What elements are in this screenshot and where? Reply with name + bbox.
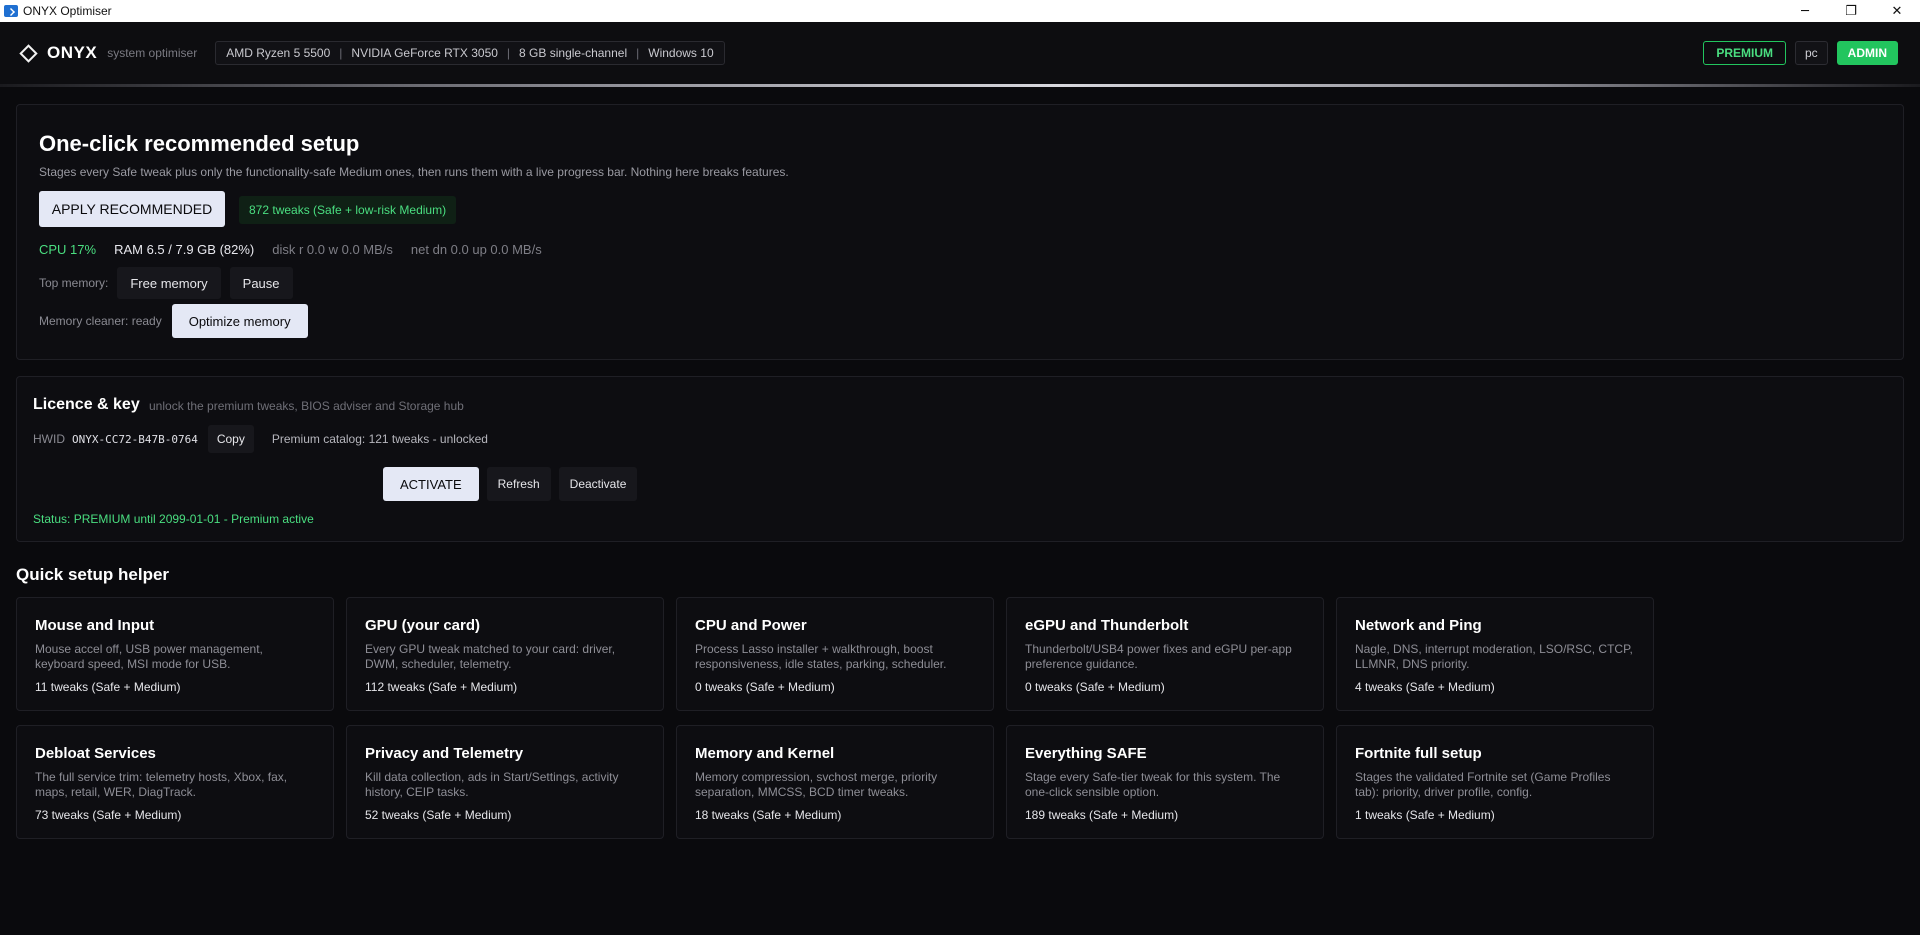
hwid-row: HWID ONYX-CC72-B47B-0764 Copy Premium ca…	[33, 425, 488, 453]
memory-cleaner-row: Memory cleaner: ready Optimize memory	[39, 304, 308, 338]
premium-badge: PREMIUM	[1703, 41, 1786, 65]
card-title: Network and Ping	[1355, 617, 1482, 634]
app-header: ONYX system optimiser AMD Ryzen 5 5500 |…	[0, 22, 1920, 84]
setup-card-debloat-services[interactable]: Debloat Services The full service trim: …	[16, 725, 334, 839]
card-title: Debloat Services	[35, 745, 156, 762]
sysinfo-cpu: AMD Ryzen 5 5500	[226, 46, 331, 60]
card-title: Mouse and Input	[35, 617, 155, 634]
sysinfo-separator: |	[506, 46, 511, 60]
window-controls: ─ ❐ ✕	[1782, 0, 1920, 22]
card-description: Memory compression, svchost merge, prior…	[695, 770, 938, 799]
card-tweak-count: 0 tweaks (Safe + Medium)	[1025, 680, 1165, 694]
disk-stat: disk r 0.0 w 0.0 MB/s	[272, 242, 393, 257]
card-tweak-count: 0 tweaks (Safe + Medium)	[695, 680, 835, 694]
admin-badge: ADMIN	[1836, 41, 1898, 65]
ram-stat: RAM 6.5 / 7.9 GB (82%)	[114, 242, 255, 257]
setup-card-network-ping[interactable]: Network and Ping Nagle, DNS, interrupt m…	[1336, 597, 1654, 711]
sysinfo-separator: |	[339, 46, 343, 60]
pause-button[interactable]: Pause	[229, 267, 293, 299]
card-tweak-count: 73 tweaks (Safe + Medium)	[35, 808, 182, 822]
card-tweak-count: 1 tweaks (Safe + Medium)	[1355, 808, 1495, 822]
free-memory-button[interactable]: Free memory	[117, 267, 221, 299]
diamond-logo-icon	[19, 43, 38, 63]
setup-card-everything-safe[interactable]: Everything SAFE Stage every Safe-tier tw…	[1006, 725, 1324, 839]
copy-hwid-button[interactable]: Copy	[207, 425, 254, 453]
card-title: Fortnite full setup	[1355, 745, 1482, 762]
card-description: Nagle, DNS, interrupt moderation, LSO/RS…	[1355, 642, 1633, 671]
header-progress-line	[0, 84, 1920, 87]
card-description: Kill data collection, ads in Start/Setti…	[365, 770, 619, 799]
brand-name: ONYX	[47, 43, 98, 62]
restore-icon[interactable]: ❐	[1828, 0, 1874, 22]
header-badges: PREMIUM pc ADMIN	[1703, 41, 1898, 65]
recommended-subtitle: Stages every Safe tweak plus only the fu…	[39, 165, 789, 179]
licence-status: Status: PREMIUM until 2099-01-01 - Premi…	[33, 512, 314, 526]
card-tweak-count: 52 tweaks (Safe + Medium)	[365, 808, 512, 822]
hwid-value: ONYX-CC72-B47B-0764	[72, 432, 198, 446]
card-description: Mouse accel off, USB power management, k…	[35, 642, 263, 671]
brand-tagline: system optimiser	[107, 46, 198, 60]
window-title: ONYX Optimiser	[23, 4, 112, 18]
top-memory-label: Top memory:	[39, 276, 109, 290]
net-stat: net dn 0.0 up 0.0 MB/s	[410, 242, 542, 257]
tweak-count-pill: 872 tweaks (Safe + low-risk Medium)	[239, 196, 457, 224]
licence-actions: ACTIVATE Refresh Deactivate	[383, 467, 638, 501]
app-icon	[4, 5, 18, 17]
user-badge: pc	[1794, 41, 1828, 65]
close-icon[interactable]: ✕	[1874, 0, 1920, 22]
premium-catalog-status: Premium catalog: 121 tweaks - unlocked	[271, 432, 488, 446]
setup-card-fortnite[interactable]: Fortnite full setup Stages the validated…	[1336, 725, 1654, 839]
quick-setup-title: Quick setup helper	[16, 565, 170, 584]
licence-title: Licence & key	[33, 396, 140, 413]
setup-card-mouse-input[interactable]: Mouse and Input Mouse accel off, USB pow…	[16, 597, 334, 711]
card-title: CPU and Power	[695, 617, 807, 634]
card-description: Process Lasso installer + walkthrough, b…	[695, 642, 947, 671]
sysinfo-ram: 8 GB single-channel	[519, 46, 628, 60]
card-tweak-count: 11 tweaks (Safe + Medium)	[35, 680, 181, 694]
memory-cleaner-status: Memory cleaner: ready	[39, 314, 162, 328]
minimize-icon[interactable]: ─	[1782, 0, 1828, 22]
sysinfo-os: Windows 10	[648, 46, 714, 60]
live-stats: CPU 17% RAM 6.5 / 7.9 GB (82%) disk r 0.…	[39, 242, 542, 257]
sysinfo-gpu: NVIDIA GeForce RTX 3050	[351, 46, 498, 60]
card-title: Everything SAFE	[1025, 745, 1147, 762]
card-description: Thunderbolt/USB4 power fixes and eGPU pe…	[1025, 642, 1292, 671]
card-tweak-count: 189 tweaks (Safe + Medium)	[1025, 808, 1179, 822]
card-description: The full service trim: telemetry hosts, …	[35, 770, 288, 799]
top-memory-row: Top memory: Free memory Pause	[39, 267, 293, 299]
licence-panel: Licence & key unlock the premium tweaks,…	[16, 376, 1904, 542]
refresh-button[interactable]: Refresh	[486, 467, 551, 501]
setup-card-memory-kernel[interactable]: Memory and Kernel Memory compression, sv…	[676, 725, 994, 839]
card-description: Every GPU tweak matched to your card: dr…	[365, 642, 616, 671]
setup-card-cpu-power[interactable]: CPU and Power Process Lasso installer + …	[676, 597, 994, 711]
card-tweak-count: 18 tweaks (Safe + Medium)	[695, 808, 842, 822]
card-title: Privacy and Telemetry	[365, 745, 524, 762]
hwid-label: HWID	[33, 432, 65, 446]
deactivate-button[interactable]: Deactivate	[558, 467, 638, 501]
window-titlebar: ONYX Optimiser ─ ❐ ✕	[0, 0, 1920, 22]
setup-card-egpu-thunderbolt[interactable]: eGPU and Thunderbolt Thunderbolt/USB4 po…	[1006, 597, 1324, 711]
card-tweak-count: 112 tweaks (Safe + Medium)	[365, 680, 518, 694]
apply-recommended-button[interactable]: APPLY RECOMMENDED	[39, 191, 225, 227]
cpu-stat: CPU 17%	[39, 242, 97, 257]
card-title: GPU (your card)	[365, 617, 481, 634]
card-title: Memory and Kernel	[695, 745, 835, 762]
licence-subtitle: unlock the premium tweaks, BIOS adviser …	[149, 399, 464, 413]
recommended-setup-panel: One-click recommended setup Stages every…	[16, 104, 1904, 360]
card-title: eGPU and Thunderbolt	[1025, 617, 1189, 634]
card-tweak-count: 4 tweaks (Safe + Medium)	[1355, 680, 1495, 694]
card-description: Stage every Safe-tier tweak for this sys…	[1025, 770, 1281, 799]
setup-card-gpu[interactable]: GPU (your card) Every GPU tweak matched …	[346, 597, 664, 711]
sysinfo-separator: |	[636, 46, 640, 60]
setup-card-privacy-telemetry[interactable]: Privacy and Telemetry Kill data collecti…	[346, 725, 664, 839]
optimize-memory-button[interactable]: Optimize memory	[171, 304, 308, 338]
system-info-bar: AMD Ryzen 5 5500 | NVIDIA GeForce RTX 30…	[215, 41, 725, 65]
card-description: Stages the validated Fortnite set (Game …	[1355, 770, 1611, 799]
recommended-title: One-click recommended setup	[39, 131, 360, 156]
activate-button[interactable]: ACTIVATE	[383, 467, 479, 501]
